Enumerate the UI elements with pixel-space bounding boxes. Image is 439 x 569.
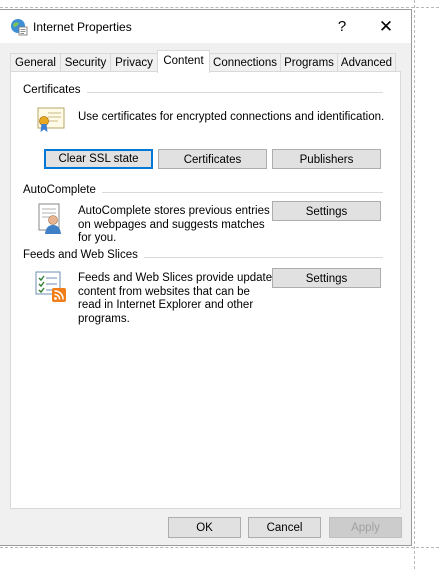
autocomplete-heading: AutoComplete [23,184,102,196]
feeds-description-line: programs. [78,312,130,325]
certificates-heading: Certificates [23,84,87,96]
certificates-button[interactable]: Certificates [158,149,267,169]
selection-guide-bottom [0,547,439,548]
selection-guide-right [414,0,415,569]
close-button[interactable]: ✕ [366,14,406,40]
certificate-icon [37,107,65,132]
autocomplete-user-icon [38,203,61,234]
content-tab-panel: Certificates Use certificates for encryp… [10,71,401,509]
feeds-description-line: read in Internet Explorer and other [78,299,254,311]
feeds-settings-button[interactable]: Settings [272,268,381,288]
feeds-heading: Feeds and Web Slices [23,249,144,261]
autocomplete-description-line: AutoComplete stores previous entries [78,205,270,217]
tab-content[interactable]: Content [157,50,210,73]
feeds-description-line: Feeds and Web Slices provide updated [78,272,279,284]
feeds-description: Feeds and Web Slices provide updated con… [78,272,279,326]
tab-connections[interactable]: Connections [209,53,281,72]
autocomplete-description: AutoComplete stores previous entries on … [78,205,270,246]
help-button[interactable]: ? [322,14,362,40]
ok-button[interactable]: OK [168,517,241,538]
certificates-description: Use certificates for encrypted connectio… [78,111,385,123]
apply-button: Apply [329,517,402,538]
autocomplete-description-line: on webpages and suggests matches [78,218,265,231]
feeds-description-line: content from websites that can be [78,285,250,298]
internet-globe-icon [11,19,28,36]
tab-general[interactable]: General [10,53,61,72]
cancel-button[interactable]: Cancel [248,517,321,538]
clear-ssl-state-button[interactable]: Clear SSL state [44,149,153,169]
feeds-rss-icon [35,271,66,302]
tab-advanced[interactable]: Advanced [337,53,396,72]
publishers-button[interactable]: Publishers [272,149,381,169]
tab-programs[interactable]: Programs [280,53,338,72]
autocomplete-description-line: for you. [78,232,117,244]
title-bar: Internet Properties ? ✕ [0,10,411,43]
tab-privacy[interactable]: Privacy [110,53,158,72]
internet-properties-dialog: Internet Properties ? ✕ General Security… [0,9,412,546]
autocomplete-settings-button[interactable]: Settings [272,201,381,221]
selection-guide-top [0,7,439,8]
tab-security[interactable]: Security [60,53,111,72]
window-title: Internet Properties [33,20,132,34]
